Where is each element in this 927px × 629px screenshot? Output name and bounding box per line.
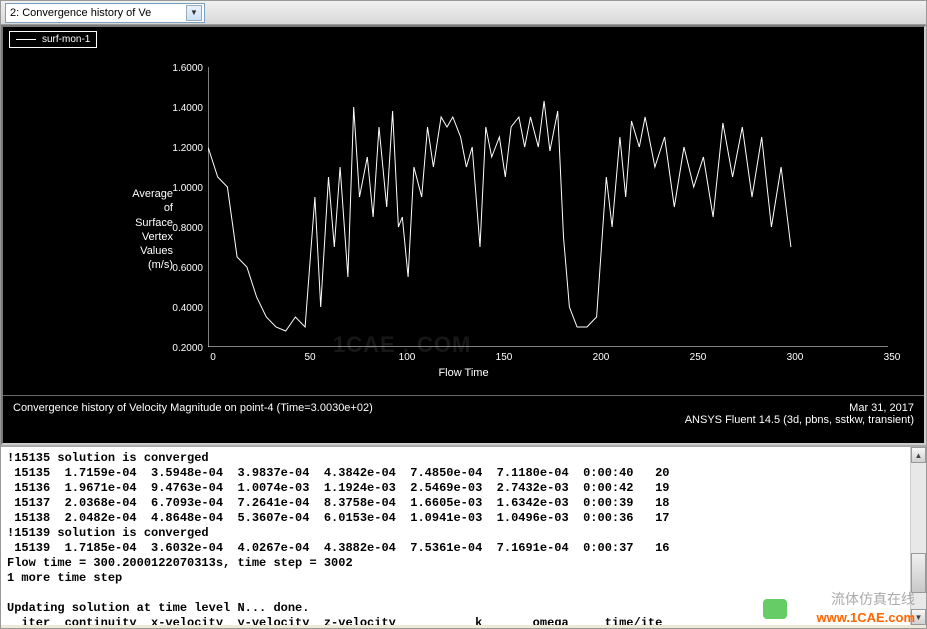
x-tick: 50 (295, 352, 325, 363)
chevron-down-icon[interactable]: ▼ (186, 5, 202, 21)
legend: surf-mon-1 (9, 31, 97, 48)
x-tick: 300 (780, 352, 810, 363)
wechat-icon (763, 599, 787, 619)
x-tick: 0 (198, 352, 228, 363)
x-axis-label: Flow Time (438, 367, 488, 379)
caption-solver: ANSYS Fluent 14.5 (3d, pbns, sstkw, tran… (685, 414, 914, 426)
y-tick: 1.4000 (163, 103, 203, 114)
toolbar: 2: Convergence history of Ve ▼ (1, 1, 926, 25)
y-tick: 0.2000 (163, 343, 203, 354)
scroll-up-icon[interactable]: ▲ (911, 447, 926, 463)
dropdown-label: 2: Convergence history of Ve (10, 7, 151, 19)
caption-left: Convergence history of Velocity Magnitud… (13, 402, 373, 414)
y-tick: 0.6000 (163, 263, 203, 274)
chart-caption: Convergence history of Velocity Magnitud… (3, 395, 924, 443)
chart-panel: surf-mon-1 Average of Surface Vertex Val… (1, 25, 926, 445)
scroll-thumb[interactable] (911, 553, 926, 593)
watermark-url: www.1CAE.com (817, 610, 915, 625)
watermark-text: 流体仿真在线 (831, 589, 915, 609)
console-panel: !15135 solution is converged 15135 1.715… (1, 445, 926, 625)
legend-line-icon (16, 39, 36, 40)
caption-date: Mar 31, 2017 (685, 402, 914, 414)
line-chart (208, 67, 888, 347)
y-tick: 1.0000 (163, 183, 203, 194)
x-tick: 350 (877, 352, 907, 363)
x-tick: 150 (489, 352, 519, 363)
view-selector-dropdown[interactable]: 2: Convergence history of Ve ▼ (5, 3, 205, 23)
y-tick: 1.2000 (163, 143, 203, 154)
y-tick: 1.6000 (163, 63, 203, 74)
x-tick: 250 (683, 352, 713, 363)
y-tick: 0.4000 (163, 303, 203, 314)
y-tick: 0.8000 (163, 223, 203, 234)
x-tick: 200 (586, 352, 616, 363)
legend-series-label: surf-mon-1 (42, 34, 90, 45)
